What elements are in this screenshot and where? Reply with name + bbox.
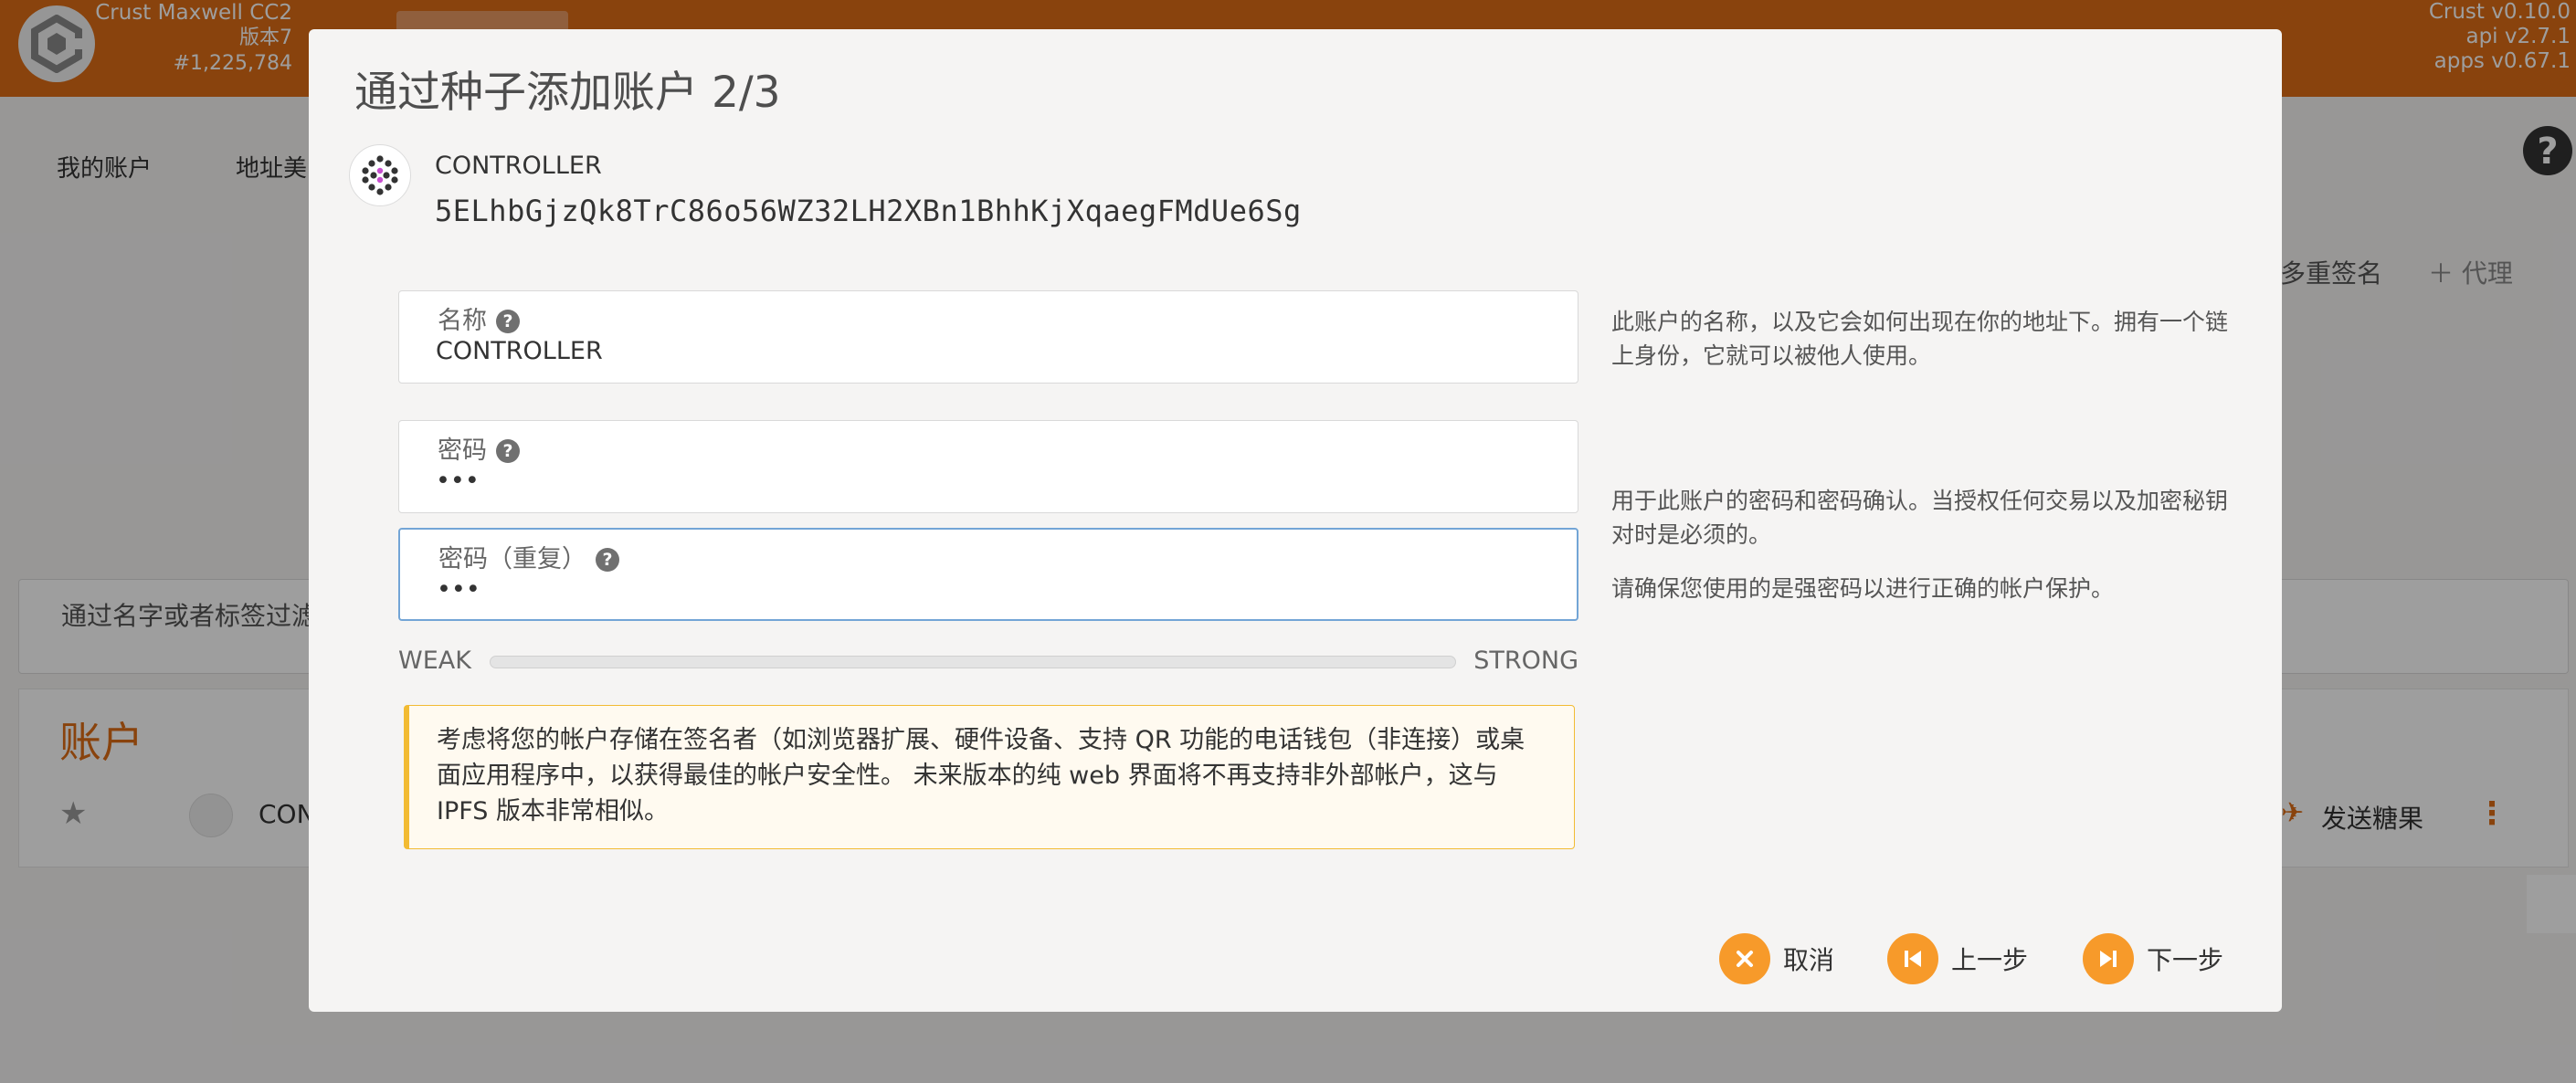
x-circle-icon [1719, 933, 1770, 984]
password-input[interactable] [436, 467, 1514, 495]
password-repeat-field-label: 密码（重复）? [438, 539, 619, 574]
password-help-text: 用于此账户的密码和密码确认。当授权任何交易以及加密秘钥对时是必须的。 [1611, 488, 2229, 548]
account-address[interactable]: 5ELhbGjzQk8TrC86o56WZ32LH2XBn1BhhKjXqaeg… [435, 194, 1302, 228]
password-strength-advice: 请确保您使用的是强密码以进行正确的帐户保护。 [1611, 575, 2115, 602]
name-input[interactable] [436, 337, 1514, 365]
password-repeat-field[interactable]: 密码（重复）? [398, 528, 1578, 621]
strength-bar [490, 656, 1456, 668]
next-step-button[interactable]: 下一步 [2083, 931, 2223, 986]
name-field-label: 名称? [438, 300, 520, 336]
password-field[interactable]: 密码? [398, 420, 1578, 513]
security-warning: 考虑将您的帐户存储在签名者（如浏览器扩展、硬件设备、支持 QR 功能的电话钱包（… [404, 705, 1575, 849]
name-label-text: 名称 [438, 307, 487, 335]
question-circle-icon[interactable]: ? [496, 310, 520, 333]
name-field[interactable]: 名称? [398, 290, 1578, 384]
question-circle-icon[interactable]: ? [496, 439, 520, 463]
password-repeat-input[interactable] [437, 575, 1515, 604]
step-forward-icon [2083, 933, 2134, 984]
next-step-label: 下一步 [2147, 945, 2224, 975]
prev-step-button[interactable]: 上一步 [1887, 931, 2028, 986]
add-account-modal: 通过种子添加账户 2/3 CONTROLLER 5ELhbGjzQk8TrC86… [309, 29, 2282, 1012]
prev-step-label: 上一步 [1951, 945, 2029, 975]
step-backward-icon [1887, 933, 1938, 984]
password-repeat-label-text: 密码（重复） [438, 545, 586, 573]
password-label-text: 密码 [438, 436, 487, 465]
cancel-button[interactable]: 取消 [1719, 931, 1834, 986]
password-field-label: 密码? [438, 430, 520, 466]
question-circle-icon[interactable]: ? [596, 548, 619, 572]
cancel-label: 取消 [1783, 945, 1835, 975]
name-help-text: 此账户的名称，以及它会如何出现在你的地址下。拥有一个链上身份，它就可以被他人使用… [1611, 309, 2229, 369]
password-strength-meter: WEAK STRONG [398, 643, 1578, 679]
account-identicon [349, 144, 411, 206]
strength-weak-label: WEAK [398, 647, 471, 675]
account-label: CONTROLLER [435, 152, 602, 180]
strength-strong-label: STRONG [1473, 647, 1578, 675]
modal-title: 通过种子添加账户 2/3 [354, 68, 781, 118]
